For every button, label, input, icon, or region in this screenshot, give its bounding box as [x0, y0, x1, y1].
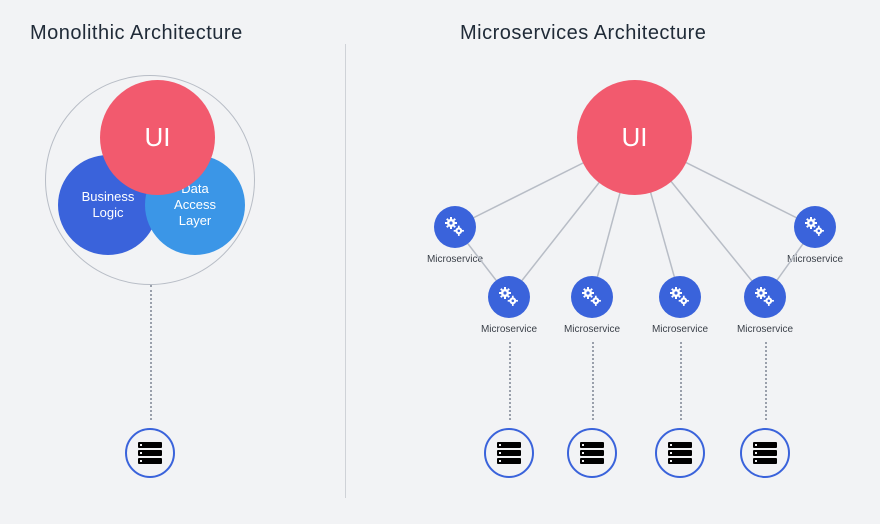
gears-icon [580, 285, 604, 309]
gears-icon [497, 285, 521, 309]
server-icon [138, 442, 162, 464]
microservice-label-2: Microservice [775, 254, 855, 265]
microservice-label-6: Microservice [725, 324, 805, 335]
micro-server-1 [484, 428, 534, 478]
micro-server-3 [655, 428, 705, 478]
gears-icon [753, 285, 777, 309]
micro-server-4 [740, 428, 790, 478]
mono-server-node [125, 428, 175, 478]
micro-dotted-1 [509, 342, 511, 420]
gears-icon [803, 215, 827, 239]
server-icon [580, 442, 604, 464]
micro-ui-circle: UI [577, 80, 692, 195]
microservice-node-4 [571, 276, 613, 318]
mono-dotted-line [150, 285, 152, 420]
server-icon [497, 442, 521, 464]
gears-icon [443, 215, 467, 239]
gears-icon [668, 285, 692, 309]
micro-dotted-2 [592, 342, 594, 420]
microservice-node-3 [488, 276, 530, 318]
microservice-node-6 [744, 276, 786, 318]
mono-ui-circle: UI [100, 80, 215, 195]
microservice-node-2 [794, 206, 836, 248]
server-icon [753, 442, 777, 464]
server-icon [668, 442, 692, 464]
micro-dotted-3 [680, 342, 682, 420]
mono-title: Monolithic Architecture [30, 22, 243, 45]
mono-business-label: Business Logic [82, 189, 135, 222]
microservice-node-5 [659, 276, 701, 318]
microservice-label-3: Microservice [469, 324, 549, 335]
divider [345, 44, 346, 498]
micro-server-2 [567, 428, 617, 478]
micro-title: Microservices Architecture [460, 22, 706, 45]
microservice-label-5: Microservice [640, 324, 720, 335]
microservice-label-1: Microservice [415, 254, 495, 265]
microservice-label-4: Microservice [552, 324, 632, 335]
micro-dotted-4 [765, 342, 767, 420]
microservice-node-1 [434, 206, 476, 248]
